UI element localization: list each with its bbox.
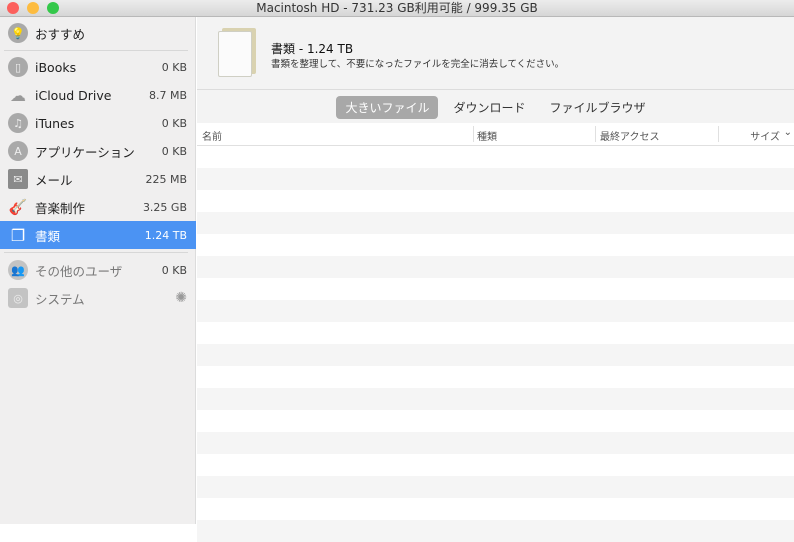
empty-table-row (197, 146, 794, 168)
mail-icon: ✉ (8, 169, 28, 189)
empty-table-row (197, 366, 794, 388)
divider (4, 50, 188, 51)
table-header: 名前 種類 最終アクセス サイズ ⌄ (197, 123, 794, 146)
minimize-button[interactable] (27, 2, 39, 14)
empty-table-row (197, 410, 794, 432)
cloud-icon: ☁ (10, 85, 26, 105)
window-title: Macintosh HD - 731.23 GB利用可能 / 999.35 GB (256, 1, 538, 15)
empty-table-row (197, 344, 794, 366)
system-icon: ◎ (8, 288, 28, 308)
table-body (197, 146, 794, 542)
book-icon: ▯ (8, 57, 28, 77)
sidebar-item-documents[interactable]: ❐ 書類 1.24 TB (0, 221, 196, 249)
documents-icon: ❐ (10, 225, 26, 245)
empty-table-row (197, 256, 794, 278)
sidebar-item-system[interactable]: ◎ システム ✺ (0, 284, 196, 312)
empty-table-row (197, 168, 794, 190)
column-header-name[interactable]: 名前 (202, 128, 222, 143)
sidebar-item-other-users[interactable]: 👥 その他のユーザ 0 KB (0, 256, 196, 284)
sidebar-item-icloud-drive[interactable]: ☁ iCloud Drive 8.7 MB (0, 81, 196, 109)
zoom-button[interactable] (47, 2, 59, 14)
sidebar-item-itunes[interactable]: ♫ iTunes 0 KB (0, 109, 196, 137)
app-store-icon: A (8, 141, 28, 161)
empty-table-row (197, 454, 794, 476)
empty-table-row (197, 498, 794, 520)
empty-table-row (197, 322, 794, 344)
empty-table-row (197, 388, 794, 410)
users-icon: 👥 (8, 260, 28, 280)
guitar-icon: 🎸 (8, 198, 28, 216)
sidebar: 💡 おすすめ ▯ iBooks 0 KB ☁ iCloud Drive 8.7 MB ♫… (0, 17, 196, 524)
sidebar-item-recommend[interactable]: 💡 おすすめ (0, 19, 196, 47)
column-header-kind[interactable]: 種類 (477, 128, 497, 143)
tab-file-browser[interactable]: ファイルブラウザ (541, 96, 655, 119)
category-title: 書類 - 1.24 TB (271, 42, 354, 56)
empty-table-row (197, 520, 794, 542)
main-panel: 書類 - 1.24 TB 書類を整理して、不要になったファイルを完全に消去してく… (197, 17, 794, 542)
file-table: 名前 種類 最終アクセス サイズ ⌄ (197, 123, 794, 542)
empty-table-row (197, 234, 794, 256)
divider (4, 252, 188, 253)
lightbulb-icon: 💡 (8, 23, 28, 43)
music-note-icon: ♫ (8, 113, 28, 133)
tab-large-files[interactable]: 大きいファイル (336, 96, 439, 119)
empty-table-row (197, 300, 794, 322)
empty-table-row (197, 190, 794, 212)
chevron-down-icon[interactable]: ⌄ (784, 127, 792, 138)
close-button[interactable] (7, 2, 19, 14)
loading-spinner-icon: ✺ (175, 290, 187, 306)
document-icon (218, 31, 252, 77)
view-tabs: 大きいファイル ダウンロード ファイルブラウザ (197, 96, 794, 119)
empty-table-row (197, 278, 794, 300)
sidebar-item-music-creation[interactable]: 🎸 音楽制作 3.25 GB (0, 193, 196, 221)
tab-downloads[interactable]: ダウンロード (444, 96, 534, 119)
sidebar-item-ibooks[interactable]: ▯ iBooks 0 KB (0, 53, 196, 81)
empty-table-row (197, 476, 794, 498)
column-header-last-access[interactable]: 最終アクセス (600, 128, 660, 143)
empty-table-row (197, 432, 794, 454)
title-bar: Macintosh HD - 731.23 GB利用可能 / 999.35 GB (0, 0, 794, 17)
sidebar-item-applications[interactable]: A アプリケーション 0 KB (0, 137, 196, 165)
category-header: 書類 - 1.24 TB 書類を整理して、不要になったファイルを完全に消去してく… (197, 17, 794, 90)
sidebar-item-mail[interactable]: ✉ メール 225 MB (0, 165, 196, 193)
category-description: 書類を整理して、不要になったファイルを完全に消去してください。 (271, 59, 565, 70)
empty-table-row (197, 212, 794, 234)
column-header-size[interactable]: サイズ (750, 128, 780, 143)
